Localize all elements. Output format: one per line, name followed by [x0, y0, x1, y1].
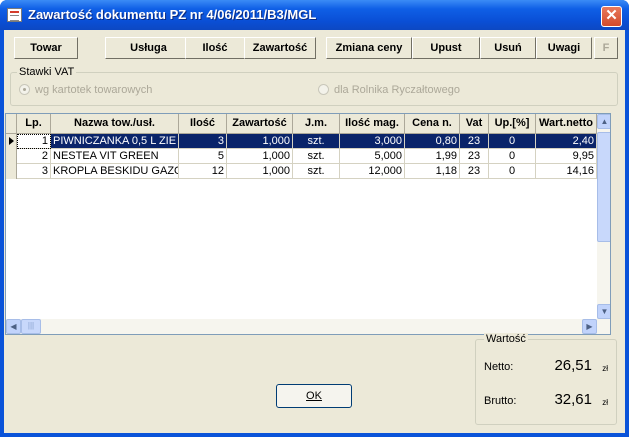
cell-qty-store[interactable]: 12,000: [340, 164, 405, 179]
value-group-legend: Wartość: [484, 333, 528, 345]
upust-button[interactable]: Upust: [412, 37, 480, 59]
cell-price[interactable]: 1,99: [405, 149, 460, 164]
document-icon: [7, 8, 22, 22]
header-name[interactable]: Nazwa tow./usł.: [51, 114, 179, 134]
gross-label: Brutto:: [484, 395, 517, 407]
vertical-scroll-thumb[interactable]: [597, 132, 610, 242]
value-summary-group: Wartość Netto: 26,51 zł Brutto: 32,61 zł: [475, 333, 617, 425]
table-row[interactable]: 2 NESTEA VIT GREEN 5 1,000 szt. 5,000 1,…: [6, 149, 597, 164]
row-indicator: [6, 149, 17, 164]
usun-button[interactable]: Usuń: [480, 37, 536, 59]
cell-vat[interactable]: 23: [460, 134, 489, 149]
header-net-value[interactable]: Wart.netto: [536, 114, 597, 134]
cell-vat[interactable]: 23: [460, 164, 489, 179]
uwagi-button[interactable]: Uwagi: [536, 37, 592, 59]
header-content[interactable]: Zawartość: [227, 114, 293, 134]
cell-net-value[interactable]: 14,16: [536, 164, 597, 179]
vat-option-flat-rate-farmer[interactable]: dla Rolnika Ryczałtowego: [318, 84, 460, 96]
cell-qty-store[interactable]: 3,000: [340, 134, 405, 149]
scroll-down-icon[interactable]: ▼: [597, 304, 610, 319]
ok-button[interactable]: OK: [276, 384, 352, 408]
horizontal-scrollbar[interactable]: ◀ ||| ▶: [6, 319, 610, 334]
cell-content[interactable]: 1,000: [227, 149, 293, 164]
vat-option-product-cards[interactable]: wg kartotek towarowych: [19, 84, 152, 96]
cell-qty[interactable]: 3: [179, 134, 227, 149]
radio-unselected-icon: [318, 84, 329, 95]
cell-unit[interactable]: szt.: [293, 164, 340, 179]
cell-net-value[interactable]: 2,40: [536, 134, 597, 149]
cell-lp[interactable]: 1: [17, 134, 51, 149]
window-title: Zawartość dokumentu PZ nr 4/06/2011/B3/M…: [28, 7, 317, 22]
net-currency: zł: [602, 364, 608, 373]
vat-group-legend: Stawki VAT: [17, 66, 77, 78]
header-price[interactable]: Cena n.: [405, 114, 460, 134]
cell-content[interactable]: 1,000: [227, 164, 293, 179]
cell-unit[interactable]: szt.: [293, 149, 340, 164]
header-vat[interactable]: Vat: [460, 114, 489, 134]
cell-discount[interactable]: 0: [489, 149, 536, 164]
cell-net-value[interactable]: 9,95: [536, 149, 597, 164]
header-unit[interactable]: J.m.: [293, 114, 340, 134]
row-indicator: [6, 164, 17, 179]
grid-header: Lp. Nazwa tow./usł. Ilość Zawartość J.m.…: [6, 114, 610, 134]
table-row[interactable]: 1 PIWNICZANKA 0,5 L ZIE 3 1,000 szt. 3,0…: [6, 134, 597, 149]
usluga-button[interactable]: Usługa: [105, 37, 192, 59]
table-row[interactable]: 3 KROPLA BESKIDU GAZO 12 1,000 szt. 12,0…: [6, 164, 597, 179]
horizontal-scroll-thumb[interactable]: |||: [21, 319, 41, 334]
cell-name[interactable]: KROPLA BESKIDU GAZO: [51, 164, 179, 179]
net-label: Netto:: [484, 361, 514, 373]
row-indicator-arrow-icon: [6, 134, 17, 149]
items-grid[interactable]: Lp. Nazwa tow./usł. Ilość Zawartość J.m.…: [5, 113, 611, 335]
cell-name[interactable]: PIWNICZANKA 0,5 L ZIE: [51, 134, 179, 149]
cell-name[interactable]: NESTEA VIT GREEN: [51, 149, 179, 164]
header-indicator: [6, 114, 17, 134]
f-button[interactable]: F: [594, 37, 618, 59]
header-discount[interactable]: Up.[%]: [489, 114, 536, 134]
vertical-scrollbar[interactable]: ▲ ▼: [597, 114, 610, 319]
header-lp[interactable]: Lp.: [17, 114, 51, 134]
cell-qty[interactable]: 12: [179, 164, 227, 179]
cell-content[interactable]: 1,000: [227, 134, 293, 149]
scroll-up-icon[interactable]: ▲: [597, 114, 610, 129]
gross-currency: zł: [602, 398, 608, 407]
cell-discount[interactable]: 0: [489, 134, 536, 149]
cell-qty[interactable]: 5: [179, 149, 227, 164]
cell-lp[interactable]: 3: [17, 164, 51, 179]
cell-price[interactable]: 0,80: [405, 134, 460, 149]
cell-unit[interactable]: szt.: [293, 134, 340, 149]
ok-button-label: OK: [306, 390, 322, 402]
header-qty-store[interactable]: Ilość mag.: [340, 114, 405, 134]
towar-button[interactable]: Towar: [14, 37, 78, 59]
vat-rates-group: Stawki VAT wg kartotek towarowych dla Ro…: [10, 66, 618, 106]
zawartosc-button[interactable]: Zawartość: [244, 37, 316, 59]
cell-discount[interactable]: 0: [489, 164, 536, 179]
cell-lp[interactable]: 2: [17, 149, 51, 164]
dialog-window: Zawartość dokumentu PZ nr 4/06/2011/B3/M…: [0, 0, 629, 437]
ilosc-button[interactable]: Ilość: [185, 37, 245, 59]
cell-qty-store[interactable]: 5,000: [340, 149, 405, 164]
cell-vat[interactable]: 23: [460, 149, 489, 164]
vat-option-flat-rate-farmer-label: dla Rolnika Ryczałtowego: [334, 84, 460, 96]
zmiana-ceny-button[interactable]: Zmiana ceny: [326, 37, 412, 59]
scroll-right-icon[interactable]: ▶: [582, 319, 597, 334]
vat-option-product-cards-label: wg kartotek towarowych: [35, 84, 153, 96]
title-bar[interactable]: Zawartość dokumentu PZ nr 4/06/2011/B3/M…: [0, 0, 629, 30]
radio-selected-icon: [19, 84, 30, 95]
header-qty[interactable]: Ilość: [179, 114, 227, 134]
gross-value: 32,61: [554, 391, 592, 408]
close-button[interactable]: ✕: [601, 6, 622, 27]
scroll-left-icon[interactable]: ◀: [6, 319, 21, 334]
net-value: 26,51: [554, 357, 592, 374]
dialog-body: Towar Usługa Ilość Zawartość Zmiana ceny…: [4, 30, 625, 433]
cell-price[interactable]: 1,18: [405, 164, 460, 179]
